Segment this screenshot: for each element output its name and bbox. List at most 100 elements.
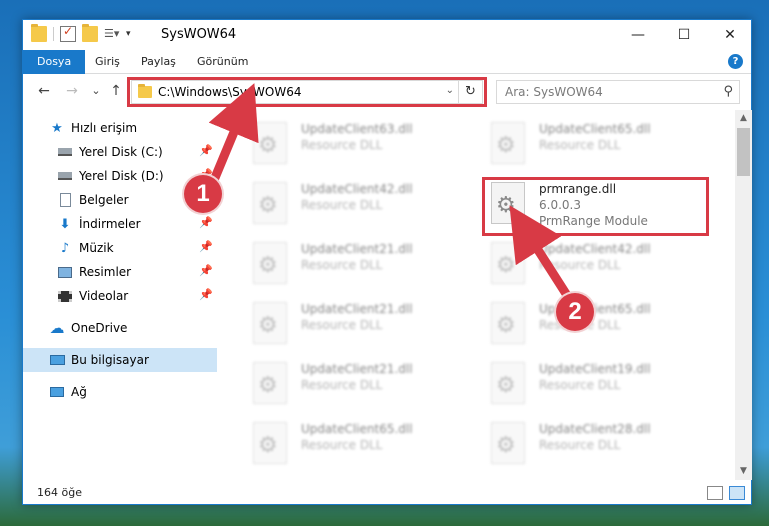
file-description: Resource DLL [539, 138, 621, 152]
file-item[interactable]: ⚙ UpdateClient65.dll Resource DLL [477, 116, 707, 172]
file-description: Resource DLL [301, 258, 383, 272]
sidebar-item-label: Hızlı erişim [71, 121, 138, 135]
sidebar-item-music[interactable]: ♪ Müzik 📌 [23, 236, 217, 260]
sidebar-item-label: Müzik [79, 241, 114, 255]
video-icon [57, 288, 73, 304]
file-description: Resource DLL [301, 438, 383, 452]
help-icon[interactable]: ? [728, 54, 743, 69]
file-highlight-box [482, 177, 709, 236]
sidebar-item-label: Yerel Disk (C:) [79, 145, 163, 159]
file-description: Resource DLL [301, 318, 383, 332]
file-item[interactable]: ⚙ UpdateClient42.dll Resource DLL [477, 236, 707, 292]
file-name: UpdateClient65.dll [539, 122, 651, 136]
file-item[interactable]: ⚙ UpdateClient21.dll Resource DLL [239, 296, 469, 352]
search-placeholder: Ara: SysWOW64 [505, 85, 603, 99]
file-item[interactable]: ⚙ UpdateClient21.dll Resource DLL [239, 236, 469, 292]
pin-icon[interactable]: 📌 [199, 288, 213, 301]
gear-icon: ⚙ [258, 313, 278, 338]
up-button[interactable]: ↑ [107, 82, 125, 100]
sidebar-item-downloads[interactable]: ⬇ İndirmeler 📌 [23, 212, 217, 236]
dll-file-icon: ⚙ [253, 242, 287, 284]
file-item[interactable]: ⚙ UpdateClient63.dll Resource DLL [239, 116, 469, 172]
details-view-button[interactable] [707, 486, 723, 500]
customize-toolbar-icon[interactable]: ☰▾ [104, 26, 120, 42]
status-bar: 164 öğe [23, 482, 751, 504]
dll-file-icon: ⚙ [253, 182, 287, 224]
file-item[interactable]: ⚙ UpdateClient21.dll Resource DLL [239, 356, 469, 412]
search-input[interactable]: Ara: SysWOW64 ⚲ [496, 80, 740, 104]
quick-access-toolbar: ☰▾ ▾ [31, 24, 142, 42]
title-bar: ☰▾ ▾ SysWOW64 — ☐ ✕ [23, 20, 751, 50]
pin-icon[interactable]: 📌 [199, 240, 213, 253]
pin-icon[interactable]: 📌 [199, 216, 213, 229]
pin-icon[interactable]: 📌 [199, 264, 213, 277]
music-icon: ♪ [60, 240, 70, 256]
dll-file-icon: ⚙ [491, 122, 525, 164]
file-name: UpdateClient65.dll [301, 422, 413, 436]
gear-icon: ⚙ [258, 373, 278, 398]
file-description: Resource DLL [301, 138, 383, 152]
drive-icon [57, 168, 73, 184]
tab-share[interactable]: Paylaş [127, 50, 190, 74]
sidebar-item-onedrive[interactable]: ☁ OneDrive [23, 316, 217, 340]
scrollbar-thumb[interactable] [737, 128, 750, 176]
ribbon-tabs: Dosya Giriş Paylaş Görünüm ? [23, 50, 751, 74]
vertical-scrollbar[interactable]: ▲ ▼ [735, 110, 752, 480]
gear-icon: ⚙ [496, 253, 516, 278]
sidebar-item-label: İndirmeler [79, 217, 141, 231]
pin-icon[interactable]: 📌 [199, 144, 213, 157]
address-highlight-box [127, 77, 487, 107]
file-item[interactable]: ⚙ UpdateClient42.dll Resource DLL [239, 176, 469, 232]
tiles-view-button[interactable] [729, 486, 745, 500]
file-item[interactable]: ⚙ UpdateClient65.dll Resource DLL [239, 416, 469, 472]
drive-icon [57, 144, 73, 160]
star-icon: ★ [51, 120, 63, 136]
tab-file[interactable]: Dosya [23, 50, 86, 74]
gear-icon: ⚙ [258, 133, 278, 158]
gear-icon: ⚙ [496, 373, 516, 398]
sidebar-item-label: Resimler [79, 265, 132, 279]
gear-icon: ⚙ [258, 193, 278, 218]
sidebar-item-local-disk-c[interactable]: Yerel Disk (C:) 📌 [23, 140, 217, 164]
scroll-up-icon[interactable]: ▲ [735, 110, 752, 127]
dll-file-icon: ⚙ [491, 242, 525, 284]
folder-icon[interactable] [31, 24, 47, 42]
sidebar-item-quick-access[interactable]: ★ Hızlı erişim [23, 116, 217, 140]
search-icon[interactable]: ⚲ [723, 81, 733, 103]
tab-view[interactable]: Görünüm [183, 50, 262, 74]
sidebar-item-label: Videolar [79, 289, 129, 303]
dll-file-icon: ⚙ [491, 422, 525, 464]
gear-icon: ⚙ [258, 253, 278, 278]
sidebar-item-videos[interactable]: Videolar 📌 [23, 284, 217, 308]
dll-file-icon: ⚙ [253, 302, 287, 344]
new-folder-icon[interactable] [82, 24, 98, 42]
file-name: UpdateClient63.dll [301, 122, 413, 136]
dll-file-icon: ⚙ [491, 362, 525, 404]
forward-button[interactable]: → [63, 82, 81, 100]
sidebar-item-label: Ağ [71, 385, 87, 399]
maximize-button[interactable]: ☐ [661, 20, 707, 50]
file-item[interactable]: ⚙ UpdateClient28.dll Resource DLL [477, 416, 707, 472]
gear-icon: ⚙ [496, 133, 516, 158]
minimize-button[interactable]: — [615, 20, 661, 50]
tab-home[interactable]: Giriş [81, 50, 134, 74]
sidebar-item-network[interactable]: Ağ [23, 380, 217, 404]
file-item[interactable]: ⚙ UpdateClient19.dll Resource DLL [477, 356, 707, 412]
pictures-icon [57, 264, 73, 280]
sidebar-item-label: OneDrive [71, 321, 128, 335]
download-icon: ⬇ [59, 216, 71, 232]
scroll-down-icon[interactable]: ▼ [735, 463, 752, 480]
file-name: UpdateClient21.dll [301, 302, 413, 316]
separator [53, 27, 54, 41]
properties-icon[interactable] [60, 24, 76, 42]
close-button[interactable]: ✕ [707, 20, 753, 50]
toolbar-dropdown-icon[interactable]: ▾ [126, 26, 142, 42]
back-button[interactable]: ← [35, 82, 53, 100]
file-name: UpdateClient42.dll [539, 242, 651, 256]
gear-icon: ⚙ [496, 433, 516, 458]
recent-locations-button[interactable]: ⌄ [87, 82, 105, 100]
sidebar-item-pictures[interactable]: Resimler 📌 [23, 260, 217, 284]
navigation-pane: ★ Hızlı erişim Yerel Disk (C:) 📌 Yerel D… [23, 116, 219, 476]
sidebar-item-this-pc[interactable]: Bu bilgisayar [23, 348, 217, 372]
item-count: 164 öğe [37, 486, 82, 499]
